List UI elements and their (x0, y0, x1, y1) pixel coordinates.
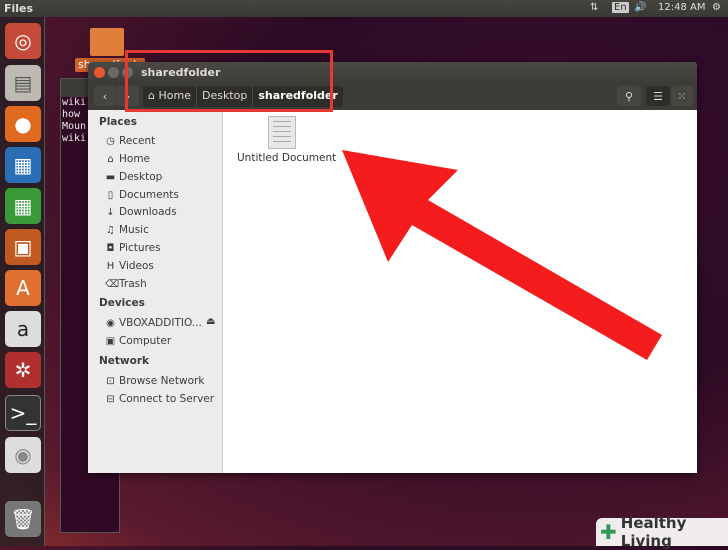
arrow-shape (342, 150, 662, 360)
watermark: ✚ Healthy Living (596, 514, 728, 550)
annotation-arrow (342, 150, 662, 360)
plus-logo-icon: ✚ (600, 520, 617, 544)
